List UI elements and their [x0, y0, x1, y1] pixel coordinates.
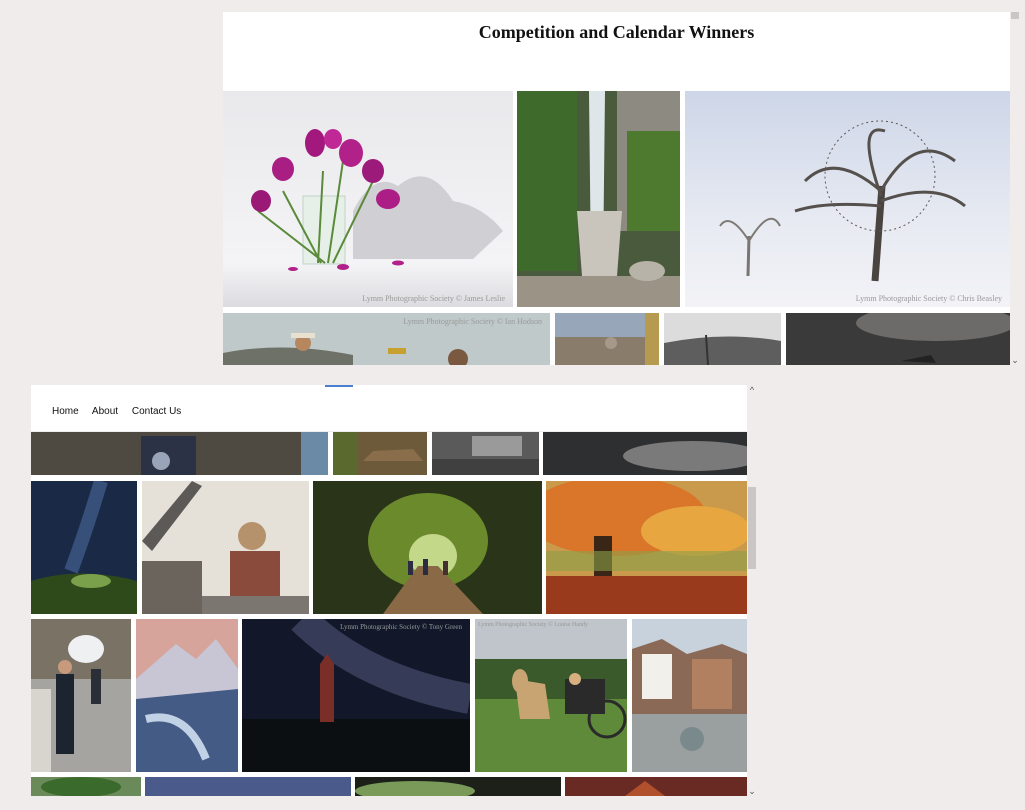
nav-link-home[interactable]: Home — [52, 406, 79, 417]
photo-dark-treeline[interactable] — [355, 777, 561, 796]
photo-misty-winter-tree[interactable]: Lymm Photographic Society © Chris Beasle… — [685, 91, 1010, 307]
photo-mountain-landscape[interactable] — [664, 313, 781, 365]
scrollbar-thumb[interactable] — [748, 487, 756, 569]
photo-city-panorama[interactable] — [555, 313, 659, 365]
nav-link-contact[interactable]: Contact Us — [132, 406, 181, 417]
scrollbar-thumb[interactable] — [1011, 12, 1019, 19]
scroll-up-icon[interactable]: ^ — [747, 385, 757, 395]
scroll-down-icon[interactable]: ⌄ — [1010, 355, 1020, 365]
nav-accent-line — [325, 385, 353, 387]
photo-credit: Lymm Photographic Society © Louise Handy — [478, 622, 589, 628]
photo-tulips-in-vase[interactable]: Lymm Photographic Society © James Leslie — [223, 91, 513, 307]
scrollbar-bottom-window[interactable]: ^ ⌄ — [747, 385, 757, 796]
photo-blue-sky[interactable] — [145, 777, 351, 796]
photo-musician-saxophone[interactable]: Lymm Photographic Society © Ian Hodson — [223, 313, 550, 365]
photo-lighthouse-milky-way[interactable]: Lymm Photographic Society © Tony Green — [242, 619, 470, 772]
gallery-window-top: Competition and Calendar Winners Lymm Ph… — [223, 12, 1010, 365]
photo-bw-cart[interactable] — [432, 431, 539, 475]
photo-credit: Lymm Photographic Society © Chris Beasle… — [855, 294, 1002, 303]
photo-milky-way-night[interactable] — [31, 481, 137, 614]
photo-green-trees[interactable] — [31, 777, 141, 796]
scrollbar-top-window[interactable]: ⌄ — [1010, 12, 1020, 365]
photo-credit: Lymm Photographic Society © Ian Hodson — [403, 317, 542, 326]
photo-cottage[interactable] — [333, 431, 427, 475]
nav-link-about[interactable]: About — [92, 406, 118, 417]
photo-band-musicians[interactable] — [31, 431, 328, 475]
top-nav-bar: Home About Contact Us — [31, 385, 747, 432]
photo-autumn-tree[interactable] — [546, 481, 747, 614]
scroll-down-icon[interactable]: ⌄ — [747, 786, 757, 796]
photo-waterfall[interactable] — [517, 91, 680, 307]
photo-tree-tunnel-walkers[interactable] — [313, 481, 542, 614]
photo-man-vaping[interactable] — [31, 619, 131, 772]
photo-snowy-mountain-pink-sky[interactable] — [136, 619, 238, 772]
photo-storm-sky[interactable] — [543, 431, 747, 475]
nav-menu: Home About Contact Us — [52, 406, 192, 417]
photo-dark-storm-plane[interactable] — [786, 313, 1010, 365]
photo-giant-puppet-crane[interactable] — [142, 481, 309, 614]
photo-credit: Lymm Photographic Society © Tony Green — [340, 623, 462, 631]
photo-horse-and-carriage[interactable]: Lymm Photographic Society © Louise Handy — [475, 619, 627, 772]
photo-coastal-village[interactable] — [632, 619, 747, 772]
photo-credit: Lymm Photographic Society © James Leslie — [362, 294, 505, 303]
gallery-window-bottom: Lymm Photographic Society © Tony Green L… — [31, 385, 747, 796]
page-title: Competition and Calendar Winners — [478, 22, 755, 42]
photo-red-church-window[interactable] — [565, 777, 747, 796]
